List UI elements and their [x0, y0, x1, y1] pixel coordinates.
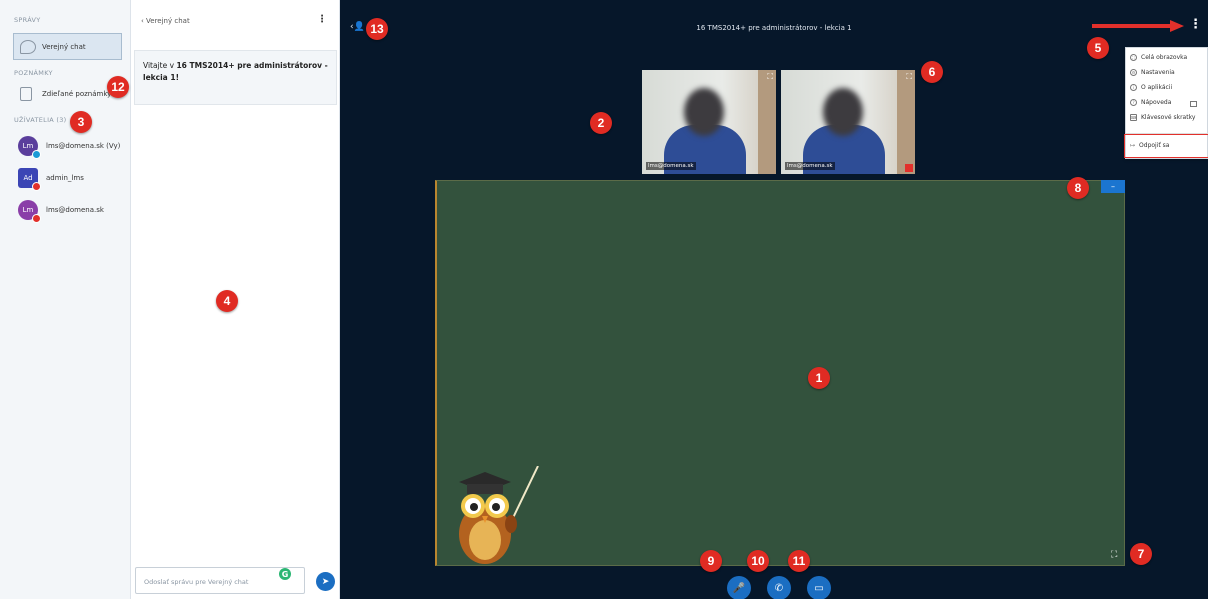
webcam-video[interactable]: lms@domena.sk ⛶ [781, 70, 915, 174]
fullscreen-icon[interactable]: ⛶ [1111, 550, 1117, 560]
phone-icon: ✆ [774, 582, 784, 594]
annotation-badge: 7 [1130, 543, 1152, 565]
user-name: admin_lms [46, 174, 84, 182]
public-chat-label: Verejný chat [42, 42, 86, 51]
users-heading: UŽÍVATELIA (3) [14, 116, 67, 124]
menu-settings[interactable]: ⚙ Nastavenia [1130, 69, 1175, 76]
user-name: lms@domena.sk (Vy) [46, 142, 121, 150]
avatar: Lm [18, 136, 41, 159]
annotation-badge: 9 [700, 550, 722, 572]
avatar: Lm [18, 200, 41, 223]
user-name: lms@domena.sk [46, 206, 104, 214]
menu-leave[interactable]: ↦ Odpojiť sa [1130, 142, 1169, 149]
menu-fullscreen[interactable]: ⛶ Celá obrazovka [1130, 54, 1187, 61]
chat-options-button[interactable]: ⋮ [317, 14, 327, 25]
annotation-badge: 8 [1067, 177, 1089, 199]
expand-icon[interactable]: ⛶ [767, 72, 773, 82]
annotation-badge: 10 [747, 550, 769, 572]
messages-heading: SPRÁVY [14, 16, 41, 24]
welcome-message: Vitajte v 16 TMS2014+ pre administrátoro… [134, 50, 337, 105]
webcam-video[interactable]: lms@domena.sk ⛶ [642, 70, 776, 174]
chat-icon [20, 39, 36, 54]
public-chat-item[interactable]: Verejný chat [13, 33, 122, 60]
chat-back-button[interactable]: ‹ Verejný chat [141, 17, 190, 25]
minimize-presentation-button[interactable]: – [1101, 180, 1125, 193]
annotation-badge: 3 [70, 111, 92, 133]
muted-icon [905, 164, 913, 172]
annotation-badge: 12 [107, 76, 129, 98]
external-link-icon [1190, 101, 1197, 107]
owl-mascot-image [459, 466, 539, 564]
annotation-badge: 4 [216, 290, 238, 312]
camera-icon: ▭ [814, 582, 824, 594]
menu-about[interactable]: iO aplikácii [1130, 84, 1172, 91]
muted-badge [32, 214, 41, 223]
gear-icon: ⚙ [1130, 69, 1137, 76]
user-list-item[interactable]: Ad admin_lms [18, 168, 84, 191]
help-icon: ? [1130, 99, 1137, 106]
chat-title: Verejný chat [146, 17, 190, 25]
annotation-badge: 2 [590, 112, 612, 134]
leave-audio-button[interactable]: ✆ [767, 576, 791, 599]
microphone-button[interactable]: 🎤 [727, 576, 751, 599]
menu-help[interactable]: ? Nápoveda [1130, 99, 1171, 106]
info-icon: i [1130, 84, 1137, 91]
shared-notes-item[interactable]: Zdieľané poznámky [20, 86, 111, 102]
annotation-badge: 11 [788, 550, 810, 572]
send-icon: ➤ [321, 576, 330, 587]
notes-icon [20, 87, 32, 101]
status-badge [32, 150, 41, 159]
shared-notes-label: Zdieľané poznámky [42, 90, 112, 98]
app: SPRÁVY Verejný chat POZNÁMKY Zdieľané po… [0, 0, 1208, 599]
annotation-badge: 13 [366, 18, 388, 40]
annotation-badge: 1 [808, 367, 830, 389]
annotation-badge: 5 [1087, 37, 1109, 59]
user-list-item[interactable]: Lm lms@domena.sk (Vy) [18, 136, 121, 159]
avatar: Ad [18, 168, 41, 191]
logout-icon: ↦ [1130, 142, 1136, 149]
video-user-label: lms@domena.sk [646, 162, 696, 170]
send-button[interactable]: ➤ [316, 572, 335, 591]
notes-heading: POZNÁMKY [14, 69, 53, 77]
microphone-icon: 🎤 [732, 582, 746, 594]
fullscreen-icon: ⛶ [1130, 54, 1137, 61]
meeting-title: 16 TMS2014+ pre administrátorov - lekcia… [696, 24, 852, 32]
options-button[interactable]: ⋮ [1189, 17, 1202, 32]
keyboard-icon: ⌨ [1130, 114, 1137, 121]
expand-icon[interactable]: ⛶ [906, 72, 912, 82]
video-user-label: lms@domena.sk [785, 162, 835, 170]
red-arrow [1092, 20, 1186, 32]
options-menu: ⛶ Celá obrazovka ⚙ Nastavenia iO aplikácii… [1124, 47, 1208, 159]
camera-button[interactable]: ▭ [807, 576, 831, 599]
grammarly-icon[interactable]: G [279, 568, 291, 580]
annotation-badge: 6 [921, 61, 943, 83]
menu-shortcuts[interactable]: ⌨ Klávesové skratky [1130, 114, 1195, 121]
user-list-item[interactable]: Lm lms@domena.sk [18, 200, 104, 223]
muted-badge [32, 182, 41, 191]
